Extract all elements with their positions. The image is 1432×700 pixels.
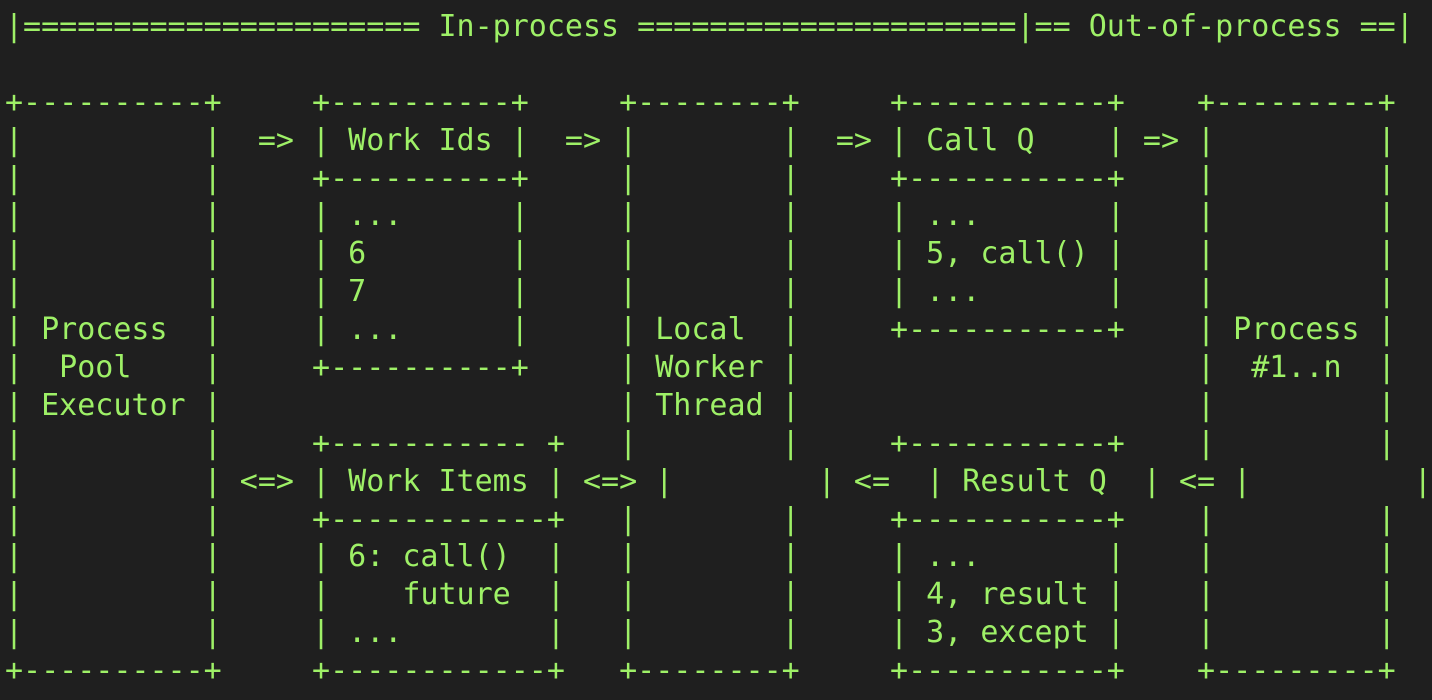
work-ids-call-q-line: | | => | Work Ids | => | | => | Call Q |… — [5, 122, 1396, 158]
executor-thread-line: | Executor | | Thread | | | — [5, 387, 1396, 423]
box-separator-line: | | +----------+ | | +-----------+ | | — [5, 160, 1396, 196]
pool-worker-line: | Pool | +----------+ | Worker | | #1..n… — [5, 350, 1396, 386]
items-row-line: | | | future | | | | 4, result | | | — [5, 577, 1396, 613]
work-items-result-q-line: | | <=> | Work Items | <=> | | <= | Resu… — [5, 463, 1432, 499]
items-row-line: | | | ... | | | | 3, except | | | — [5, 615, 1396, 651]
queue-row-line: | | | 7 | | | | ... | | | — [5, 274, 1396, 310]
queue-row-line: | | | ... | | | | ... | | | — [5, 198, 1396, 234]
box-top-border-line: +----------+ +----------+ +--------+ +--… — [5, 84, 1396, 120]
ascii-diagram: |====================== In-process =====… — [5, 8, 1432, 690]
process-local-line: | Process | | ... | | Local | +---------… — [5, 312, 1396, 348]
header-line: |====================== In-process =====… — [5, 9, 1414, 44]
box-top-border-line: | | +----------- + | | +-----------+ | | — [5, 425, 1396, 461]
box-separator-line: | | +------------+ | | +-----------+ | | — [5, 501, 1396, 537]
box-bottom-border-line: +----------+ +------------+ +--------+ +… — [5, 653, 1396, 689]
items-row-line: | | | 6: call() | | | | ... | | | — [5, 539, 1396, 575]
queue-row-line: | | | 6 | | | | 5, call() | | | — [5, 236, 1396, 272]
